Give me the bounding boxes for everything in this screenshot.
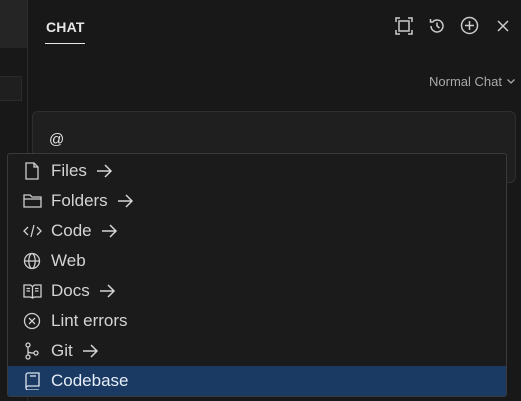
menu-item-label: Lint errors xyxy=(51,311,128,330)
file-icon xyxy=(22,161,42,181)
history-icon[interactable] xyxy=(427,16,446,35)
code-icon xyxy=(22,221,42,241)
editor-tab-fragment[interactable] xyxy=(0,76,22,101)
arrow-right-icon xyxy=(101,224,118,238)
maximize-icon[interactable] xyxy=(394,16,413,35)
tab-chat[interactable]: CHAT xyxy=(46,19,85,35)
globe-icon xyxy=(22,251,42,271)
editor-tabbar-fragment xyxy=(0,0,27,48)
menu-item-codebase[interactable]: Codebase xyxy=(8,366,506,396)
menu-item-label: Web xyxy=(51,251,86,270)
menu-item-git[interactable]: Git xyxy=(8,336,506,366)
close-icon[interactable] xyxy=(493,16,512,35)
menu-item-docs[interactable]: Docs xyxy=(8,276,506,306)
arrow-right-icon xyxy=(99,284,116,298)
menu-item-label: Code xyxy=(51,221,92,240)
menu-item-label: Codebase xyxy=(51,371,129,390)
mode-selector[interactable]: Normal Chat xyxy=(429,74,516,89)
book-icon xyxy=(22,281,42,301)
error-circle-icon xyxy=(22,311,42,331)
menu-item-lint-errors[interactable]: Lint errors xyxy=(8,306,506,336)
chevron-down-icon xyxy=(506,74,516,89)
arrow-right-icon xyxy=(82,344,99,358)
folder-icon xyxy=(22,191,42,211)
menu-item-label: Git xyxy=(51,341,73,360)
menu-item-label: Docs xyxy=(51,281,90,300)
chat-input-value: @ xyxy=(49,131,65,148)
git-branch-icon xyxy=(22,341,42,361)
arrow-right-icon xyxy=(96,164,113,178)
active-tab-indicator xyxy=(45,43,85,44)
mode-selector-label: Normal Chat xyxy=(429,74,502,89)
menu-item-files[interactable]: Files xyxy=(8,156,506,186)
new-chat-plus-icon[interactable] xyxy=(460,16,479,35)
menu-item-web[interactable]: Web xyxy=(8,246,506,276)
menu-item-label: Files xyxy=(51,161,87,180)
codebase-book-icon xyxy=(22,371,42,391)
menu-item-folders[interactable]: Folders xyxy=(8,186,506,216)
header-actions xyxy=(394,16,512,35)
chat-header: CHAT xyxy=(28,0,521,48)
mention-menu: Files Folders Code Web Docs Lint errors … xyxy=(7,153,507,397)
arrow-right-icon xyxy=(117,194,134,208)
menu-item-label: Folders xyxy=(51,191,108,210)
menu-item-code[interactable]: Code xyxy=(8,216,506,246)
